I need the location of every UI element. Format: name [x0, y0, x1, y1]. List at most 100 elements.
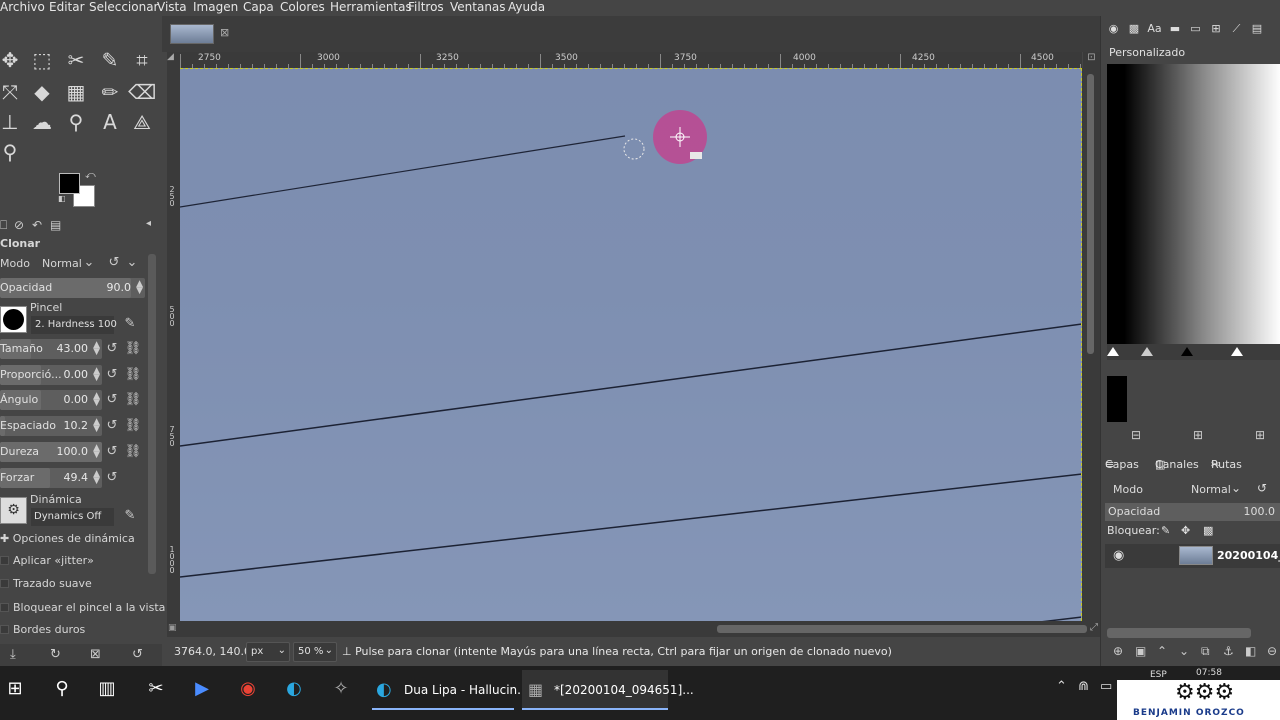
toolbox-scrollbar[interactable]: [148, 254, 156, 574]
clone-tool-icon[interactable]: ⊥: [0, 108, 24, 136]
force-slider[interactable]: Forzar 49.4 ▲ ▼: [0, 468, 102, 488]
angle-reset-icon[interactable]: ↺: [102, 390, 122, 410]
spacing-slider[interactable]: Espaciado 10.2 ▲ ▼: [0, 416, 102, 436]
crop-tool-icon[interactable]: ⌗: [128, 46, 156, 74]
image-tab-thumbnail[interactable]: [170, 24, 214, 44]
layer-mode-reset-icon[interactable]: ↺: [1257, 481, 1267, 495]
clock[interactable]: 07:58: [1196, 668, 1222, 678]
lock-position-icon[interactable]: ✥: [1181, 524, 1190, 537]
force-reset-icon[interactable]: ↺: [102, 468, 122, 488]
eye-icon[interactable]: ◉: [1113, 548, 1124, 563]
opacity-spin-icon[interactable]: ▲ ▼: [136, 280, 143, 296]
gradient-stop-dark[interactable]: [1181, 347, 1193, 356]
raise-layer-icon[interactable]: ⌃: [1157, 644, 1167, 658]
dynamics-preview[interactable]: ⚙: [0, 497, 27, 524]
bucket-fill-tool-icon[interactable]: ◆: [28, 78, 56, 106]
menu-filtros[interactable]: Filtros: [408, 0, 444, 15]
mypaint-brushes-tab-icon[interactable]: ⟋: [1228, 22, 1245, 37]
spacing-link-icon[interactable]: ⛓: [123, 416, 143, 436]
fuzzy-select-tool-icon[interactable]: ✎: [96, 46, 124, 74]
task-view-icon[interactable]: ▥: [92, 674, 122, 704]
dynamics-edit-icon[interactable]: ✎: [120, 506, 140, 526]
menu-imagen[interactable]: Imagen: [193, 0, 238, 15]
size-link-icon[interactable]: ⛓: [123, 339, 143, 359]
move-tool-icon[interactable]: ✥: [0, 46, 24, 74]
tool-options-tab-icon[interactable]: ⎕: [0, 218, 7, 233]
foreground-color-swatch[interactable]: [59, 173, 80, 194]
brush-edit-icon[interactable]: ✎: [120, 314, 140, 334]
search-icon[interactable]: ⚲: [47, 674, 77, 704]
language-indicator[interactable]: ESP: [1150, 670, 1167, 680]
fonts-tab-icon[interactable]: Aa: [1146, 22, 1163, 37]
mask-layer-icon[interactable]: ◧: [1245, 644, 1256, 658]
menu-vista[interactable]: Vista: [157, 0, 187, 15]
save-options-icon[interactable]: ⤓: [10, 647, 16, 662]
navigate-icon[interactable]: ⊡: [1083, 52, 1100, 68]
lock-pixels-icon[interactable]: ✎: [1161, 524, 1170, 537]
paths-tool-icon[interactable]: ⚲: [62, 108, 90, 136]
menu-herramientas[interactable]: Herramientas: [330, 0, 412, 15]
brushes-tab-icon[interactable]: ◉: [1105, 22, 1122, 37]
battery-icon[interactable]: ▭: [1100, 679, 1112, 694]
windows-start-icon[interactable]: ⊞: [0, 674, 30, 704]
paintbrush-tool-icon[interactable]: ✏: [96, 78, 124, 106]
edge-icon[interactable]: ◐: [279, 674, 309, 704]
new-layer-icon[interactable]: ⊕: [1113, 644, 1123, 658]
configure-tab-icon[interactable]: ◂: [146, 218, 151, 229]
angle-slider[interactable]: Ángulo 0.00 ▲ ▼: [0, 390, 102, 410]
image-canvas[interactable]: [180, 68, 1082, 621]
dynamics-options-expander[interactable]: ✚ Opciones de dinámica: [0, 532, 135, 545]
lock-alpha-icon[interactable]: ▩: [1203, 524, 1213, 537]
menu-ventanas[interactable]: Ventanas: [450, 0, 506, 15]
reset-options-icon[interactable]: ↺: [132, 647, 143, 662]
restore-options-icon[interactable]: ↻: [50, 647, 61, 662]
force-spin-icon[interactable]: ▲ ▼: [93, 470, 100, 486]
smudge-tool-icon[interactable]: ☁: [28, 108, 56, 136]
hardness-link-icon[interactable]: ⛓: [123, 442, 143, 462]
network-icon[interactable]: ⋒: [1078, 679, 1089, 694]
zoom-select[interactable]: 50 % ⌄: [293, 642, 337, 662]
horizontal-scrollbar[interactable]: ▣ ⤢: [167, 621, 1100, 637]
mode-select[interactable]: Normal: [42, 257, 82, 270]
menu-editar[interactable]: Editar: [49, 0, 85, 15]
menu-colores[interactable]: Colores: [280, 0, 325, 15]
plus-icon[interactable]: ⊞: [1193, 428, 1203, 442]
spacing-spin-icon[interactable]: ▲ ▼: [93, 418, 100, 434]
minus-icon[interactable]: ⊟: [1131, 428, 1141, 442]
unit-select[interactable]: px ⌄: [246, 642, 290, 662]
aspect-slider[interactable]: Proporció... 0.00 ▲ ▼: [0, 365, 102, 385]
menu-capa[interactable]: Capa: [243, 0, 274, 15]
gimp-icon[interactable]: ✧: [326, 674, 356, 704]
aspect-reset-icon[interactable]: ↺: [102, 365, 122, 385]
size-reset-icon[interactable]: ↺: [102, 339, 122, 359]
gradient-stop-end[interactable]: [1231, 347, 1243, 356]
mode-reset-icon[interactable]: ↺: [104, 253, 124, 273]
layers-scrollbar[interactable]: [1107, 628, 1251, 638]
lock-brush-checkbox[interactable]: Bloquear el pincel a la vista: [0, 601, 165, 614]
gradient-tool-icon[interactable]: ▦: [62, 78, 90, 106]
scissors-tool-icon[interactable]: ✂: [62, 46, 90, 74]
menu-ayuda[interactable]: Ayuda: [508, 0, 545, 15]
delete-options-icon[interactable]: ⊠: [90, 647, 101, 662]
anchor-layer-icon[interactable]: ⚓: [1223, 644, 1234, 658]
grid-icon[interactable]: ⊞: [1255, 428, 1265, 442]
vertical-scrollbar[interactable]: [1082, 68, 1100, 621]
aspect-spin-icon[interactable]: ▲ ▼: [93, 367, 100, 383]
tool-presets-tab-icon[interactable]: ▬: [1167, 22, 1184, 37]
taskbar-app-browser[interactable]: ◐ Dua Lipa - Hallucin...: [372, 670, 529, 710]
dynamics-tab-icon[interactable]: ⊞: [1208, 22, 1225, 37]
lower-layer-icon[interactable]: ⌄: [1179, 644, 1189, 658]
size-spin-icon[interactable]: ▲ ▼: [93, 341, 100, 357]
hardness-spin-icon[interactable]: ▲ ▼: [93, 444, 100, 460]
new-group-icon[interactable]: ▣: [1135, 644, 1146, 658]
smooth-stroke-checkbox[interactable]: Trazado suave: [0, 577, 92, 590]
text-tool-icon[interactable]: A: [96, 108, 124, 136]
zoom-tool-icon[interactable]: ⚲: [0, 138, 24, 166]
mode-menu-icon[interactable]: ⌄: [122, 253, 142, 273]
gradient-stop-mid[interactable]: [1141, 347, 1153, 356]
layer-opacity-slider[interactable]: Opacidad 100.0: [1105, 503, 1280, 521]
hardness-slider[interactable]: Dureza 100.0 ▲ ▼: [0, 442, 102, 462]
gradient-stops[interactable]: [1107, 344, 1280, 360]
device-status-tab-icon[interactable]: ⊘: [14, 218, 24, 232]
zoom-fit-icon[interactable]: ⤢: [1090, 622, 1098, 633]
